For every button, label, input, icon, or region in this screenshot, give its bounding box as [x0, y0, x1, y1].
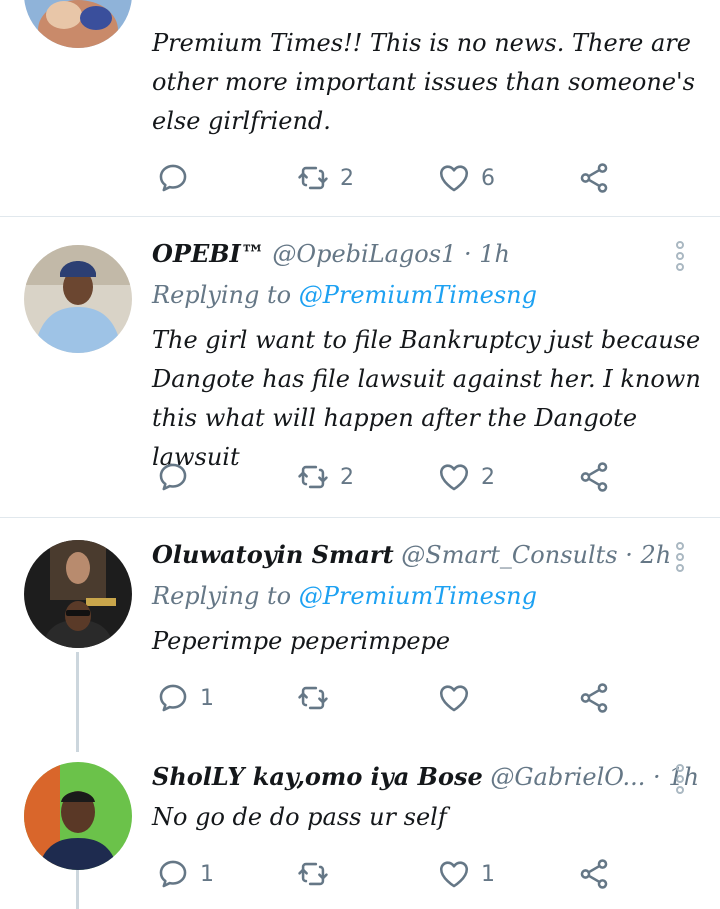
retweet-button[interactable]: 2 [296, 160, 354, 196]
replying-to: Replying to @PremiumTimesng [152, 281, 537, 309]
replying-to-handle[interactable]: @PremiumTimesng [299, 582, 537, 610]
user-handle[interactable]: @OpebiLagos1 [272, 240, 456, 268]
reply-icon [159, 463, 187, 491]
user-handle[interactable]: @GabrielO... [490, 763, 645, 791]
more-options-icon[interactable] [671, 540, 689, 574]
display-name[interactable]: OPEBI™ [152, 239, 265, 268]
reply-icon [159, 164, 187, 192]
heart-icon [439, 165, 469, 192]
timestamp[interactable]: 2h [641, 541, 672, 569]
like-button[interactable] [437, 680, 481, 716]
share-button[interactable] [577, 856, 611, 892]
share-button[interactable] [577, 160, 611, 196]
reply-button[interactable] [156, 160, 200, 196]
reply-button[interactable]: 1 [156, 680, 214, 716]
replying-to-handle[interactable]: @PremiumTimesng [299, 281, 537, 309]
retweet-icon [298, 166, 328, 190]
display-name[interactable]: SholLY kay,omo iya Bose [152, 762, 483, 791]
retweet-count: 2 [340, 165, 354, 191]
replying-to-label: Replying to [152, 281, 292, 309]
tweet-2[interactable]: OPEBI™ @OpebiLagos1 · 1h Replying to @Pr… [0, 217, 720, 517]
separator-dot: · [653, 763, 661, 791]
share-button[interactable] [577, 459, 611, 495]
retweet-button[interactable] [296, 856, 340, 892]
like-count: 6 [481, 165, 495, 191]
like-button[interactable]: 1 [437, 856, 495, 892]
heart-icon [439, 861, 469, 888]
tweet-3[interactable]: Oluwatoyin Smart @Smart_Consults · 2h Re… [0, 518, 720, 740]
display-name[interactable]: Oluwatoyin Smart [152, 540, 394, 569]
thread-connector [76, 870, 79, 909]
separator-dot: · [625, 541, 633, 569]
reply-count: 1 [200, 685, 214, 711]
timestamp[interactable]: 1h [479, 240, 510, 268]
share-icon [580, 163, 608, 193]
thread-connector [76, 652, 79, 752]
tweet-header: Oluwatoyin Smart @Smart_Consults · 2h [152, 540, 671, 569]
reply-button[interactable]: 1 [156, 856, 214, 892]
reply-icon [159, 684, 187, 712]
retweet-button[interactable]: 2 [296, 459, 354, 495]
share-icon [580, 683, 608, 713]
separator-dot: · [463, 240, 472, 268]
retweet-button[interactable] [296, 680, 340, 716]
avatar[interactable] [24, 245, 132, 353]
tweet-header: OPEBI™ @OpebiLagos1 · 1h [152, 239, 510, 268]
reply-icon [159, 860, 187, 888]
avatar[interactable] [24, 540, 132, 648]
tweet-text: No go de do pass ur self [152, 803, 447, 831]
tweet-text: Premium Times!! This is no news. There a… [152, 29, 695, 135]
retweet-icon [298, 686, 328, 710]
retweet-count: 2 [340, 464, 354, 490]
retweet-icon [298, 862, 328, 886]
heart-icon [439, 464, 469, 491]
reply-button[interactable] [156, 459, 200, 495]
share-icon [580, 462, 608, 492]
share-button[interactable] [577, 680, 611, 716]
tweet-4[interactable]: SholLY kay,omo iya Bose @GabrielO... · 1… [0, 740, 720, 909]
more-options-icon[interactable] [671, 239, 689, 273]
like-button[interactable]: 2 [437, 459, 495, 495]
tweet-text: Peperimpe peperimpepe [152, 627, 451, 655]
replying-to: Replying to @PremiumTimesng [152, 582, 537, 610]
replying-to-label: Replying to [152, 582, 292, 610]
share-icon [580, 859, 608, 889]
like-count: 1 [481, 861, 495, 887]
reply-count: 1 [200, 861, 214, 887]
tweet-1[interactable]: Premium Times!! This is no news. There a… [0, 0, 720, 216]
heart-icon [439, 685, 469, 712]
like-count: 2 [481, 464, 495, 490]
tweet-text: The girl want to file Bankruptcy just be… [152, 326, 701, 471]
tweet-header: SholLY kay,omo iya Bose @GabrielO... · 1… [152, 762, 699, 791]
like-button[interactable]: 6 [437, 160, 495, 196]
avatar[interactable] [24, 0, 132, 48]
more-options-icon[interactable] [671, 762, 689, 796]
user-handle[interactable]: @Smart_Consults [401, 541, 617, 569]
avatar[interactable] [24, 762, 132, 870]
retweet-icon [298, 465, 328, 489]
